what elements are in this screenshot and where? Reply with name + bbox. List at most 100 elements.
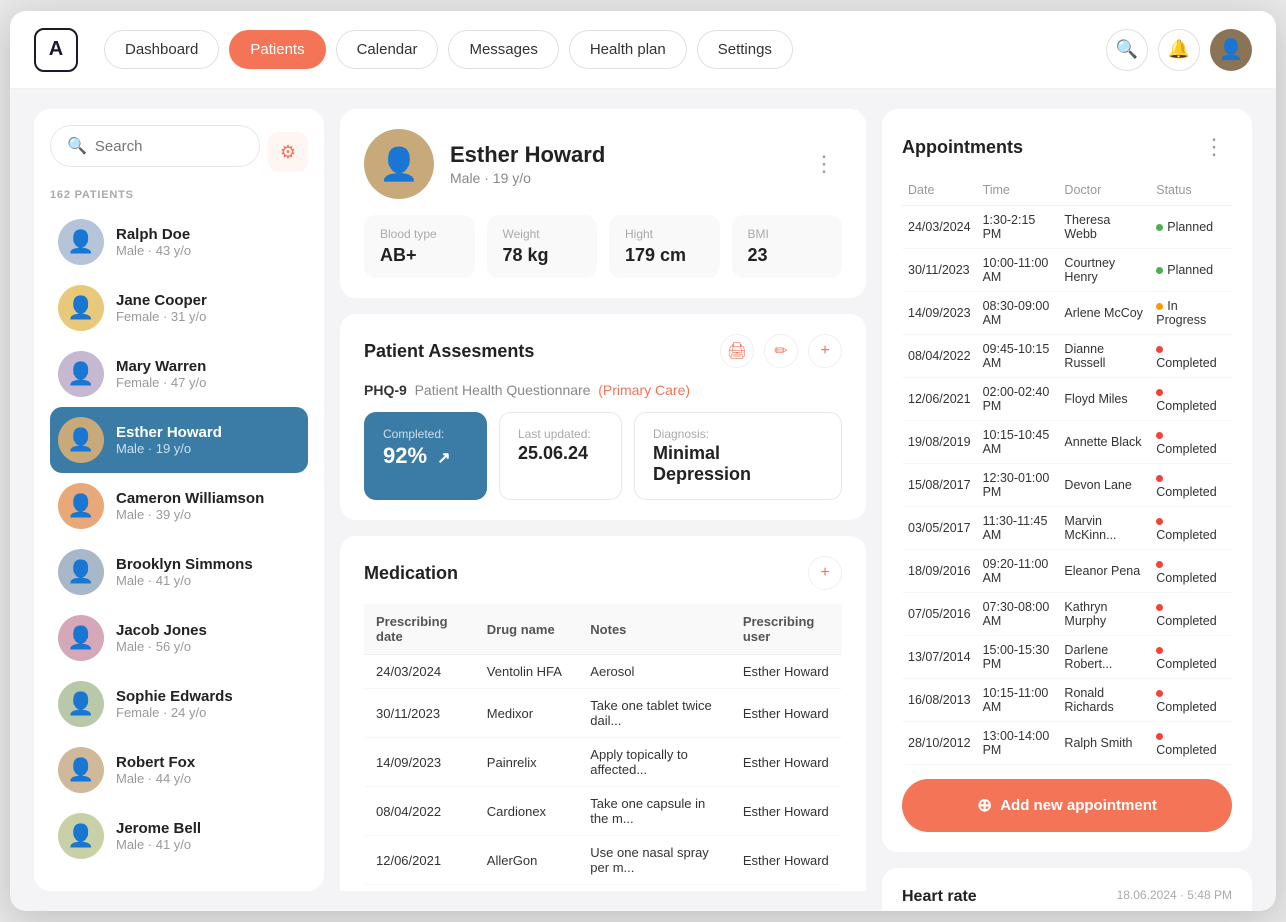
med-col-header: Drug name [475,604,579,655]
patient-info: Male · 56 y/o [116,639,207,654]
appt-col-header: Doctor [1058,175,1150,206]
table-cell: 28/10/2012 [902,722,977,765]
patients-count: 162 PATIENTS [50,189,308,201]
patient-list-item[interactable]: 👤 Cameron Williamson Male · 39 y/o [50,473,308,539]
table-cell: Floyd Miles [1058,378,1150,421]
search-button[interactable]: 🔍 [1106,29,1148,71]
vitals-row: Blood typeAB+Weight78 kgHight179 cmBMI23 [364,215,842,278]
status-cell: Completed [1150,679,1232,722]
status-cell: In Progress [1150,292,1232,335]
nav-settings[interactable]: Settings [697,30,793,69]
table-cell: Diabetolin [475,885,579,892]
patient-list-item[interactable]: 👤 Jerome Bell Male · 41 y/o [50,803,308,869]
table-cell: 08/04/2022 [364,787,475,836]
medication-title: Medication [364,563,458,584]
print-button[interactable]: 🖨 [720,334,754,368]
patient-list-item[interactable]: 👤 Esther Howard Male · 19 y/o [50,407,308,473]
table-cell: Use one nasal spray per m... [578,836,731,885]
patient-list-item[interactable]: 👤 Sophie Edwards Female · 24 y/o [50,671,308,737]
assessments-title: Patient Assesments [364,341,534,362]
status-cell: Completed [1150,507,1232,550]
status-cell: Completed [1150,636,1232,679]
table-cell: 19/08/2019 [364,885,475,892]
patient-list-item[interactable]: 👤 Ralph Doe Male · 43 y/o [50,209,308,275]
table-cell: 1:30-2:15 PM [977,206,1059,249]
table-cell: 15:00-15:30 PM [977,636,1059,679]
patient-list-item[interactable]: 👤 Mary Warren Female · 47 y/o [50,341,308,407]
status-cell: Completed [1150,335,1232,378]
table-row: 30/11/2023MedixorTake one tablet twice d… [364,689,842,738]
nav-calendar[interactable]: Calendar [336,30,439,69]
sidebar: 🔍 ⚙ 162 PATIENTS 👤 Ralph Doe Male · 43 y… [34,109,324,891]
table-cell: 12/06/2021 [364,836,475,885]
notifications-button[interactable]: 🔔 [1158,29,1200,71]
vital-card: Hight179 cm [609,215,720,278]
patient-info: Male · 41 y/o [116,837,201,852]
vital-card: BMI23 [732,215,843,278]
table-cell: Painrelix [475,738,579,787]
patient-info: Male · 41 y/o [116,573,253,588]
status-cell: Planned [1150,249,1232,292]
add-appointment-button[interactable]: ⊕ Add new appointment [902,779,1232,832]
patient-more-button[interactable]: ⋮ [806,146,842,182]
med-col-header: Prescribing user [731,604,842,655]
logo-icon: A [34,28,78,72]
search-input[interactable] [95,138,243,155]
table-cell: 13:00-14:00 PM [977,722,1059,765]
table-cell: Darlene Robert... [1058,636,1150,679]
patient-name: Jerome Bell [116,820,201,837]
vital-value: 78 kg [503,245,582,266]
patient-avatar: 👤 [58,285,104,331]
assess-diagnosis: Diagnosis: Minimal Depression [634,412,842,500]
patient-list-item[interactable]: 👤 Ralph Edwards Male · 38 y/o [50,869,308,875]
table-cell: 14/09/2023 [364,738,475,787]
patient-avatar: 👤 [58,417,104,463]
bell-icon: 🔔 [1168,39,1190,60]
table-row: 08/04/202209:45-10:15 AMDianne RussellCo… [902,335,1232,378]
patient-list-item[interactable]: 👤 Robert Fox Male · 44 y/o [50,737,308,803]
add-medication-button[interactable]: + [808,556,842,590]
vital-value: 179 cm [625,245,704,266]
status-cell: Completed [1150,550,1232,593]
table-row: 28/10/201213:00-14:00 PMRalph SmithCompl… [902,722,1232,765]
table-cell: 18/09/2016 [902,550,977,593]
patient-avatar: 👤 [58,219,104,265]
table-cell: Take one tablet twice dail... [578,689,731,738]
vital-card: Weight 78 kg [487,215,598,278]
assess-completed: Completed: 92% ↗ [364,412,487,500]
filter-button[interactable]: ⚙ [268,132,308,172]
table-cell: 10:15-10:45 AM [977,421,1059,464]
filter-icon: ⚙ [280,142,296,163]
table-row: 07/05/201607:30-08:00 AMKathryn MurphyCo… [902,593,1232,636]
nav-messages[interactable]: Messages [448,30,558,69]
patient-name: Ralph Doe [116,226,191,243]
status-dot [1156,690,1163,697]
status-cell: Completed [1150,722,1232,765]
medication-table: Prescribing dateDrug nameNotesPrescribin… [364,604,842,891]
table-cell: Devon Lane [1058,464,1150,507]
table-cell: 08:30-09:00 AM [977,292,1059,335]
med-col-header: Prescribing date [364,604,475,655]
nav-patients[interactable]: Patients [229,30,325,69]
table-row: 15/08/201712:30-01:00 PMDevon LaneComple… [902,464,1232,507]
table-cell: 10:00-11:00 AM [977,249,1059,292]
vital-label: Weight [503,227,582,241]
appointments-more-button[interactable]: ⋮ [1196,129,1232,165]
table-row: 12/06/202102:00-02:40 PMFloyd MilesCompl… [902,378,1232,421]
edit-button[interactable]: ✏ [764,334,798,368]
table-cell: 08/04/2022 [902,335,977,378]
patient-list-item[interactable]: 👤 Brooklyn Simmons Male · 41 y/o [50,539,308,605]
nav-health-plan[interactable]: Health plan [569,30,687,69]
table-cell: AllerGon [475,836,579,885]
table-cell: 09:20-11:00 AM [977,550,1059,593]
patient-name: Esther Howard [116,424,222,441]
table-cell: 11:30-11:45 AM [977,507,1059,550]
nav-dashboard[interactable]: Dashboard [104,30,219,69]
table-row: 12/06/2021AllerGonUse one nasal spray pe… [364,836,842,885]
patient-list-item[interactable]: 👤 Jacob Jones Male · 56 y/o [50,605,308,671]
add-button[interactable]: + [808,334,842,368]
patient-subtitle: Male · 19 y/o [450,170,605,186]
assessments-card: Patient Assesments 🖨 ✏ + PHQ-9 Patient H… [340,314,866,520]
patient-list-item[interactable]: 👤 Jane Cooper Female · 31 y/o [50,275,308,341]
table-cell: 24/03/2024 [902,206,977,249]
